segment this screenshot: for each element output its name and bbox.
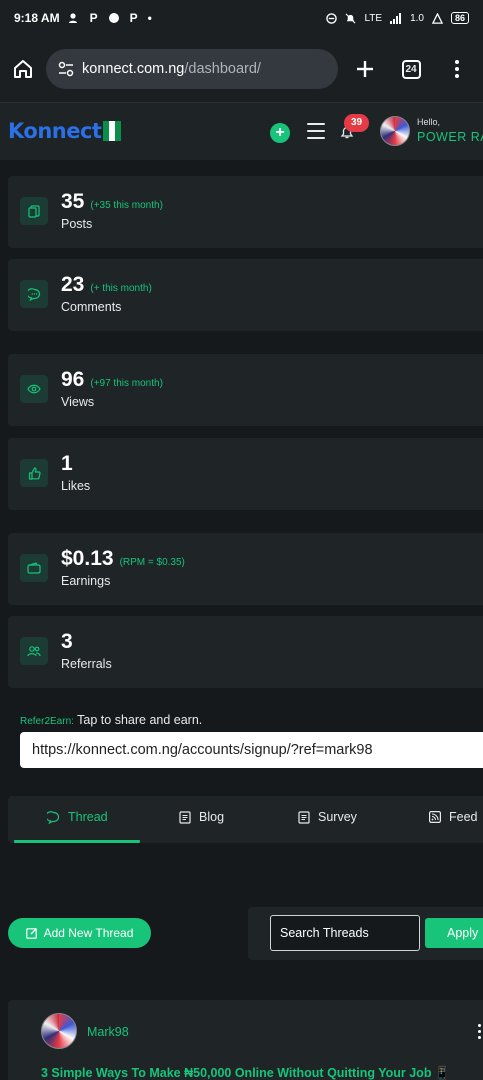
stat-value: 96 (+97 this month) xyxy=(61,368,163,391)
stat-change: (+ this month) xyxy=(90,283,152,294)
dnd-icon xyxy=(326,12,338,24)
tab-label: Survey xyxy=(318,810,357,824)
apply-button[interactable]: Apply xyxy=(425,918,483,948)
document-icon xyxy=(298,810,310,824)
browser-toolbar: konnect.com.ng/dashboard/ 24 xyxy=(0,36,483,102)
plus-icon xyxy=(357,61,373,77)
stat-value: 23 (+ this month) xyxy=(61,273,152,296)
add-new-thread-button[interactable]: Add New Thread xyxy=(8,918,151,948)
stat-card-views: 96 (+97 this month) Views xyxy=(8,354,483,426)
notification-icons: P P • xyxy=(68,11,152,25)
thread-title[interactable]: 3 Simple Ways To Make ₦50,000 Online Wit… xyxy=(41,1066,451,1080)
tab-switcher-button[interactable]: 24 xyxy=(396,54,426,84)
wallet-icon xyxy=(20,554,48,582)
stat-change: (+35 this month) xyxy=(90,200,163,211)
user-avatar[interactable] xyxy=(380,116,410,146)
browser-menu-button[interactable] xyxy=(442,54,472,84)
users-icon xyxy=(20,637,48,665)
stat-label: Views xyxy=(61,395,95,409)
wifi-icon xyxy=(431,12,443,24)
site-logo[interactable]: Konnect xyxy=(8,119,122,143)
tab-thread[interactable]: Thread xyxy=(47,810,108,824)
status-bar: 9:18 AM P P • LTE 1.0 86 xyxy=(0,0,483,36)
notification-badge[interactable]: 39 xyxy=(344,114,369,132)
signal-icon xyxy=(390,12,402,24)
stat-card-likes: 1 Likes xyxy=(8,438,483,510)
stat-label: Comments xyxy=(61,300,122,314)
stat-value: 35 (+35 this month) xyxy=(61,190,163,213)
tab-blog[interactable]: Blog xyxy=(179,810,224,824)
stat-label: Referrals xyxy=(61,657,112,671)
network-label: LTE xyxy=(364,12,383,24)
comment-icon xyxy=(47,810,60,824)
more-vert-icon xyxy=(455,60,459,78)
thread-options-icon[interactable] xyxy=(478,1024,482,1039)
site-settings-icon[interactable] xyxy=(58,61,74,77)
thread-card: Mark98 3 Simple Ways To Make ₦50,000 Onl… xyxy=(8,1000,483,1080)
logo-text: Konnect xyxy=(8,119,102,143)
tab-survey[interactable]: Survey xyxy=(298,810,357,824)
p-app-icon: P xyxy=(89,11,98,25)
chat-icon xyxy=(108,13,119,23)
url-domain: konnect.com.ng xyxy=(82,61,185,77)
person-icon xyxy=(68,13,77,23)
refer-text: Tap to share and earn. xyxy=(77,713,203,727)
create-post-button[interactable]: + xyxy=(270,123,290,143)
add-thread-label: Add New Thread xyxy=(43,926,134,940)
home-icon xyxy=(14,60,32,78)
address-bar[interactable]: konnect.com.ng/dashboard/ xyxy=(46,49,338,89)
stat-card-comments: 23 (+ this month) Comments xyxy=(8,259,483,331)
tab-feed[interactable]: Feed xyxy=(429,810,478,824)
url-path: /dashboard/ xyxy=(184,61,261,77)
hamburger-menu-icon[interactable] xyxy=(307,123,325,139)
tab-label: Feed xyxy=(449,810,478,824)
battery-icon: 86 xyxy=(450,12,469,24)
search-threads-input[interactable]: Search Threads xyxy=(270,915,420,951)
thread-search-panel: Search Threads Apply xyxy=(248,907,483,960)
copy-icon xyxy=(20,197,48,225)
stat-value: 3 xyxy=(61,630,73,653)
nigeria-flag-icon xyxy=(103,121,122,141)
stat-card-earnings: $0.13 (RPM = $0.35) Earnings xyxy=(8,533,483,605)
referral-link-field[interactable]: https://konnect.com.ng/accounts/signup/?… xyxy=(20,732,483,768)
new-tab-button[interactable] xyxy=(350,54,380,84)
site-header: Konnect + Hello, POWER RAN xyxy=(0,102,483,160)
refer-tag: Refer2Earn: xyxy=(20,716,74,727)
refer-to-earn: Refer2Earn: Tap to share and earn. xyxy=(20,713,202,727)
rss-icon xyxy=(429,811,441,823)
stat-change: (RPM = $0.35) xyxy=(119,557,185,568)
stat-value: 1 xyxy=(61,452,73,475)
stat-label: Posts xyxy=(61,217,93,231)
greeting-text: Hello, xyxy=(417,117,441,127)
thumbs-up-icon xyxy=(20,459,48,487)
stat-value: $0.13 (RPM = $0.35) xyxy=(61,547,185,570)
stat-card-referrals: 3 Referrals xyxy=(8,616,483,688)
active-tab-indicator xyxy=(14,840,140,843)
document-icon xyxy=(179,810,191,824)
stat-label: Likes xyxy=(61,479,91,493)
stat-label: Earnings xyxy=(61,574,111,588)
edit-icon xyxy=(25,928,37,939)
speed-label: 1.0 xyxy=(410,12,424,24)
tab-label: Blog xyxy=(199,810,225,824)
tab-count: 24 xyxy=(401,59,421,79)
eye-icon xyxy=(20,375,48,403)
mute-icon xyxy=(345,13,356,23)
tab-label: Thread xyxy=(68,810,108,824)
stat-card-posts: 35 (+35 this month) Posts xyxy=(8,176,483,248)
comment-icon xyxy=(20,280,48,308)
user-name[interactable]: POWER RAN xyxy=(417,130,483,144)
thread-author[interactable]: Mark98 xyxy=(87,1025,129,1039)
home-button[interactable] xyxy=(8,54,38,84)
author-avatar[interactable] xyxy=(41,1013,77,1049)
dot-icon: • xyxy=(147,11,152,25)
content-tabs: Thread Blog Survey Feed xyxy=(8,796,483,843)
status-time: 9:18 AM xyxy=(14,11,60,25)
p-app-icon: P xyxy=(129,11,138,25)
stat-change: (+97 this month) xyxy=(90,378,163,389)
